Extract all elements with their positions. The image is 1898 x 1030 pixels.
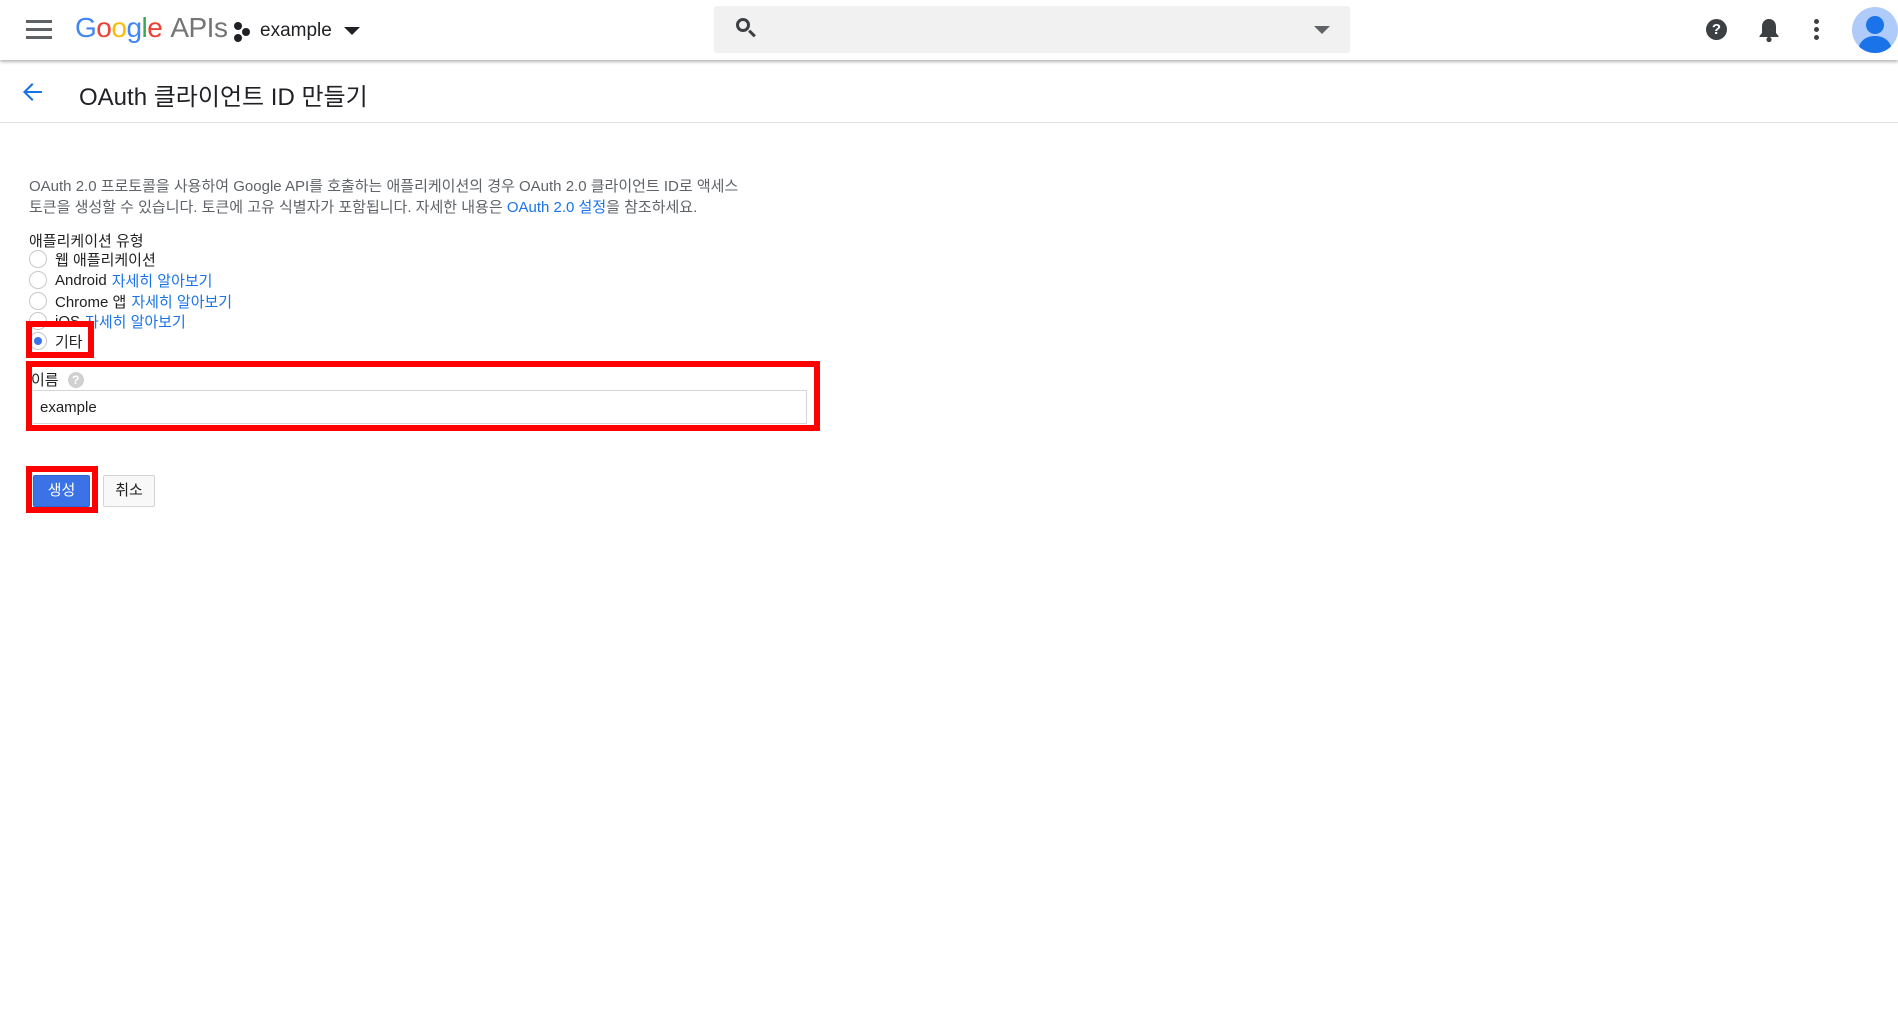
menu-icon[interactable] xyxy=(26,18,52,40)
description-line: OAuth 2.0 프로토콜을 사용하여 Google API를 호출하는 애플… xyxy=(29,178,739,195)
search-icon xyxy=(736,18,758,40)
ios-learn-more-link[interactable]: 자세히 알아보기 xyxy=(85,311,186,332)
radio-label: iOS xyxy=(55,312,81,330)
android-learn-more-link[interactable]: 자세히 알아보기 xyxy=(112,270,213,291)
radio-button[interactable] xyxy=(29,312,47,330)
caret-down-icon xyxy=(343,27,360,35)
account-avatar[interactable] xyxy=(1852,7,1898,53)
create-button[interactable]: 생성 xyxy=(33,475,90,507)
page-header: OAuth 클라이언트 ID 만들기 xyxy=(0,60,1898,123)
logo-letter: o xyxy=(111,12,127,43)
project-icon xyxy=(232,20,252,42)
name-input[interactable] xyxy=(33,390,807,424)
radio-android[interactable]: Android 자세히 알아보기 xyxy=(29,270,212,290)
radio-button[interactable] xyxy=(29,271,47,289)
logo-letter: o xyxy=(96,12,112,43)
help-icon[interactable]: ? xyxy=(1706,19,1727,40)
google-apis-logo[interactable]: Google APIs xyxy=(75,12,228,44)
project-selector[interactable]: example xyxy=(232,16,360,46)
radio-label: Android xyxy=(55,271,107,289)
project-name: example xyxy=(260,20,332,41)
search-dropdown-icon[interactable] xyxy=(1314,26,1330,34)
radio-label: Chrome 앱 xyxy=(55,293,127,311)
oauth-settings-link[interactable]: OAuth 2.0 설정 xyxy=(507,199,606,216)
logo-letter: e xyxy=(147,12,163,43)
name-label-text: 이름 xyxy=(31,372,59,389)
radio-button-checked[interactable] xyxy=(29,332,47,350)
chrome-learn-more-link[interactable]: 자세히 알아보기 xyxy=(131,291,232,312)
account-icon xyxy=(1858,16,1892,53)
description-line: 을 참조하세요. xyxy=(606,199,698,216)
name-field-label: 이름 ? xyxy=(31,369,84,390)
radio-label: 기타 xyxy=(55,333,83,351)
page-title: OAuth 클라이언트 ID 만들기 xyxy=(79,84,368,111)
top-app-bar: Google APIs example ? xyxy=(0,0,1898,60)
help-tooltip-icon[interactable]: ? xyxy=(67,371,84,388)
back-arrow-icon[interactable] xyxy=(20,79,46,105)
logo-letter: g xyxy=(126,12,142,43)
cancel-button[interactable]: 취소 xyxy=(103,475,155,507)
search-bar[interactable] xyxy=(714,6,1350,53)
description-text: OAuth 2.0 프로토콜을 사용하여 Google API를 호출하는 애플… xyxy=(29,176,809,218)
description-line: 토큰을 생성할 수 있습니다. 토큰에 고유 식별자가 포함됩니다. 자세한 내… xyxy=(29,199,503,216)
notifications-icon[interactable] xyxy=(1758,17,1780,43)
radio-other[interactable]: 기타 xyxy=(29,331,83,351)
logo-apis-text: APIs xyxy=(170,12,228,43)
radio-label: 웹 애플리케이션 xyxy=(55,251,156,269)
radio-button[interactable] xyxy=(29,292,47,310)
form-description: OAuth 2.0 프로토콜을 사용하여 Google API를 호출하는 애플… xyxy=(29,176,829,218)
radio-chrome-app[interactable]: Chrome 앱 자세히 알아보기 xyxy=(29,291,232,311)
more-vert-icon[interactable] xyxy=(1813,18,1821,42)
radio-button[interactable] xyxy=(29,250,47,268)
logo-letter: G xyxy=(75,12,97,43)
radio-web-application[interactable]: 웹 애플리케이션 xyxy=(29,249,156,269)
radio-ios[interactable]: iOS 자세히 알아보기 xyxy=(29,311,186,331)
